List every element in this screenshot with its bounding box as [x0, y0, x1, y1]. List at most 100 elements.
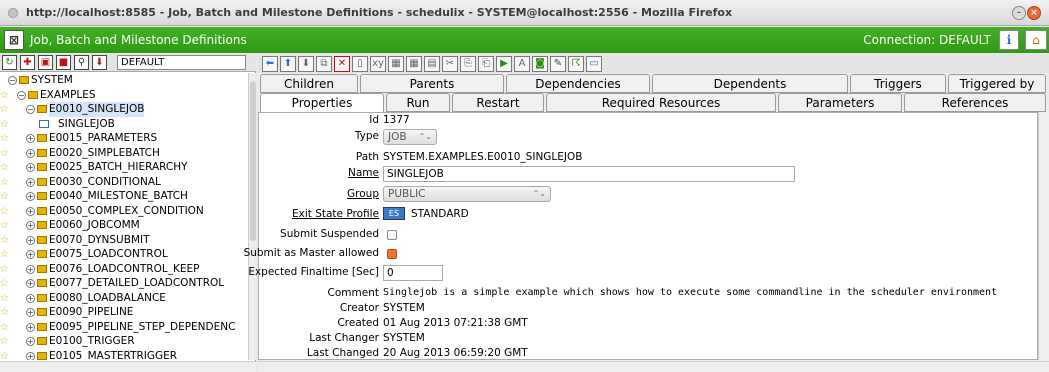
tree-item[interactable]: ☆ + E0075_LOADCONTROL — [0, 247, 248, 262]
search-icon[interactable]: ⚲ — [74, 55, 89, 70]
monitor-icon[interactable]: ◙ — [532, 56, 548, 72]
tree-item[interactable]: ☆ + E0105_MASTERTRIGGER — [0, 349, 248, 361]
delete-icon[interactable]: ✕ — [334, 56, 350, 72]
tab-properties[interactable]: Properties — [260, 93, 384, 112]
tree-horizontal-scrollbar[interactable] — [0, 361, 256, 372]
type-select[interactable]: JOB ⌃⌄ — [383, 129, 437, 145]
submit-icon[interactable]: ▶ — [496, 56, 512, 72]
expand-icon[interactable]: + — [26, 177, 35, 187]
tree-vertical-scrollbar[interactable] — [248, 73, 256, 360]
cut-icon[interactable]: ✂ — [442, 56, 458, 72]
expand-icon[interactable]: + — [26, 293, 35, 303]
tree-item[interactable]: ☆ − E0010_SINGLEJOB — [0, 102, 248, 117]
expand-icon[interactable]: + — [26, 337, 35, 346]
tree-item[interactable]: ☆ + E0060_JOBCOMM — [0, 218, 248, 233]
expand-icon[interactable]: + — [26, 206, 35, 216]
info-icon[interactable]: i — [999, 30, 1019, 50]
tab-triggers[interactable]: Triggers — [850, 74, 946, 93]
copy-icon[interactable]: ⧉ — [316, 56, 332, 72]
favorite-star-icon[interactable]: ☆ — [0, 334, 9, 349]
exit-state-profile-label[interactable]: Exit State Profile — [292, 208, 379, 220]
favorite-star-icon[interactable]: ☆ — [0, 276, 9, 291]
tab-dependents[interactable]: Dependents — [652, 74, 848, 93]
tab-children[interactable]: Children — [260, 74, 358, 93]
tree-item[interactable]: ☆ + E0090_PIPELINE — [0, 305, 248, 320]
tree-item[interactable]: ☆ + E0076_LOADCONTROL_KEEP — [0, 262, 248, 277]
tree-item[interactable]: ☆ + E0077_DETAILED_LOADCONTROL — [0, 276, 248, 291]
tree-item[interactable]: ☆ + E0015_PARAMETERS — [0, 131, 248, 146]
copy-icon[interactable]: ⎘ — [460, 56, 476, 72]
run-icon[interactable]: ☈ — [568, 56, 584, 72]
collapse-icon[interactable]: − — [17, 90, 26, 100]
tree-item[interactable]: ☆ + E0080_LOADBALANCE — [0, 291, 248, 306]
up-icon[interactable]: ⬆ — [280, 56, 296, 72]
expand-icon[interactable]: + — [26, 308, 35, 317]
filter-input[interactable]: DEFAULT — [117, 55, 246, 70]
tab-triggered-by[interactable]: Triggered by — [948, 74, 1046, 93]
tab-dependencies[interactable]: Dependencies — [506, 74, 650, 93]
edit-icon[interactable]: ✎ — [550, 56, 566, 72]
document-icon[interactable]: ▯ — [352, 56, 368, 72]
tree-item[interactable]: ☆ + E0095_PIPELINE_STEP_DEPENDENC — [0, 320, 248, 335]
tree-item[interactable]: ☆ SINGLEJOB — [0, 117, 248, 132]
minimize-icon[interactable]: – — [1012, 6, 1026, 20]
home-icon[interactable]: ⌂ — [1025, 30, 1047, 50]
name-label[interactable]: Name — [348, 167, 379, 179]
expand-icon[interactable]: + — [26, 279, 35, 288]
expand-icon[interactable]: + — [26, 163, 35, 172]
download-icon[interactable]: ⬇ — [92, 55, 107, 70]
expand-icon[interactable]: + — [26, 235, 35, 245]
group-label[interactable]: Group — [347, 188, 379, 200]
favorite-star-icon[interactable]: ☆ — [0, 160, 9, 175]
detail-horizontal-scrollbar[interactable] — [258, 361, 1049, 372]
grid-icon[interactable]: ▦ — [406, 56, 422, 72]
favorite-star-icon[interactable]: ☆ — [0, 204, 9, 219]
tab-references[interactable]: References — [904, 93, 1046, 112]
favorite-star-icon[interactable]: ☆ — [0, 175, 9, 190]
favorite-star-icon[interactable]: ☆ — [0, 131, 9, 146]
expand-icon[interactable]: + — [26, 351, 35, 360]
expand-icon[interactable]: + — [26, 134, 35, 143]
tree-item[interactable]: ☆ + E0025_BATCH_HIERARCHY — [0, 160, 248, 175]
tab-run[interactable]: Run — [386, 93, 450, 112]
refresh-icon[interactable]: ↻ — [2, 55, 17, 70]
tab-parameters[interactable]: Parameters — [778, 93, 902, 112]
tree-item[interactable]: ☆ + E0070_DYNSUBMIT — [0, 233, 248, 248]
favorite-star-icon[interactable]: ☆ — [0, 291, 9, 306]
expand-icon[interactable]: + — [26, 221, 35, 230]
favorite-star-icon[interactable]: ☆ — [0, 349, 9, 361]
expand-icon[interactable]: + — [26, 322, 35, 332]
tree-item[interactable]: ☆ + E0050_COMPLEX_CONDITION — [0, 204, 248, 219]
table-icon[interactable]: ▤ — [424, 56, 440, 72]
favorite-star-icon[interactable]: ☆ — [0, 146, 9, 161]
new-item-icon[interactable]: ✚ — [20, 55, 35, 70]
expand-icon[interactable]: + — [26, 264, 35, 274]
expand-icon[interactable]: + — [26, 148, 35, 158]
tree-item[interactable]: ☆ + E0030_CONDITIONAL — [0, 175, 248, 190]
lock-icon[interactable]: ■ — [56, 55, 71, 70]
collapse-icon[interactable]: − — [8, 76, 17, 85]
tree-item[interactable]: − SYSTEM — [0, 73, 248, 88]
xy-icon[interactable]: xy — [370, 56, 386, 72]
tree-item[interactable]: ☆ + E0040_MILESTONE_BATCH — [0, 189, 248, 204]
download-icon[interactable]: ⬇ — [298, 56, 314, 72]
submit-suspended-checkbox[interactable] — [387, 230, 397, 240]
favorite-star-icon[interactable]: ☆ — [0, 102, 9, 117]
comment-icon[interactable]: ▭ — [586, 56, 602, 72]
grid-icon[interactable]: ▦ — [388, 56, 404, 72]
expand-icon[interactable]: + — [26, 250, 35, 259]
favorite-star-icon[interactable]: ☆ — [0, 305, 9, 320]
favorite-star-icon[interactable]: ☆ — [0, 117, 9, 132]
detail-vertical-scrollbar[interactable] — [1038, 112, 1049, 360]
text-icon[interactable]: A — [514, 56, 530, 72]
expected-finaltime-field[interactable]: 0 — [383, 265, 443, 281]
new-folder-icon[interactable]: ▣ — [38, 55, 53, 70]
favorite-star-icon[interactable]: ☆ — [0, 189, 9, 204]
name-field[interactable]: SINGLEJOB — [383, 166, 795, 182]
tree-item[interactable]: ☆ + E0100_TRIGGER — [0, 334, 248, 349]
favorite-star-icon[interactable]: ☆ — [0, 88, 9, 103]
collapse-icon[interactable]: − — [26, 105, 35, 114]
favorite-star-icon[interactable]: ☆ — [0, 218, 9, 233]
favorite-star-icon[interactable]: ☆ — [0, 262, 9, 277]
tree-item[interactable]: ☆ − EXAMPLES — [0, 88, 248, 103]
